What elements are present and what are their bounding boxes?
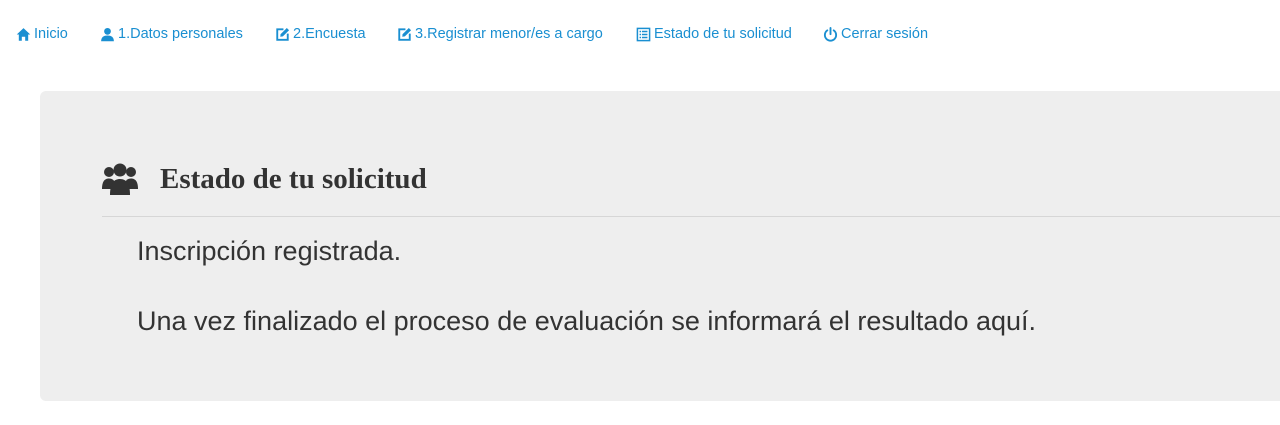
edit-icon [275, 27, 290, 42]
nav-item-datos-personales[interactable]: 1.Datos personales [100, 24, 243, 44]
edit-icon [397, 27, 412, 42]
nav-item-label: 1.Datos personales [118, 26, 243, 42]
top-navigation: Inicio 1.Datos personales 2.Encuesta 3.R… [0, 0, 1280, 68]
users-icon [102, 163, 138, 195]
power-icon [823, 26, 838, 42]
panel-header: Estado de tu solicitud [102, 155, 427, 203]
info-message: Una vez finalizado el proceso de evaluac… [137, 306, 1037, 336]
status-message: Inscripción registrada. [137, 236, 402, 266]
nav-item-label: 2.Encuesta [293, 26, 366, 42]
nav-item-estado-solicitud[interactable]: Estado de tu solicitud [636, 24, 792, 44]
nav-item-label: 3.Registrar menor/es a cargo [415, 26, 603, 42]
status-panel: Estado de tu solicitud Inscripción regis… [40, 91, 1280, 401]
user-icon [100, 27, 115, 42]
nav-item-registrar-menores[interactable]: 3.Registrar menor/es a cargo [397, 24, 603, 44]
nav-item-cerrar-sesion[interactable]: Cerrar sesión [823, 24, 928, 44]
nav-item-encuesta[interactable]: 2.Encuesta [275, 24, 366, 44]
divider [102, 216, 1280, 217]
nav-item-label: Estado de tu solicitud [654, 26, 792, 42]
page-title: Estado de tu solicitud [160, 162, 427, 195]
list-icon [636, 27, 651, 42]
home-icon [16, 27, 31, 42]
nav-item-label: Cerrar sesión [841, 26, 929, 42]
nav-item-label: Inicio [34, 26, 68, 42]
nav-item-inicio[interactable]: Inicio [16, 24, 68, 44]
